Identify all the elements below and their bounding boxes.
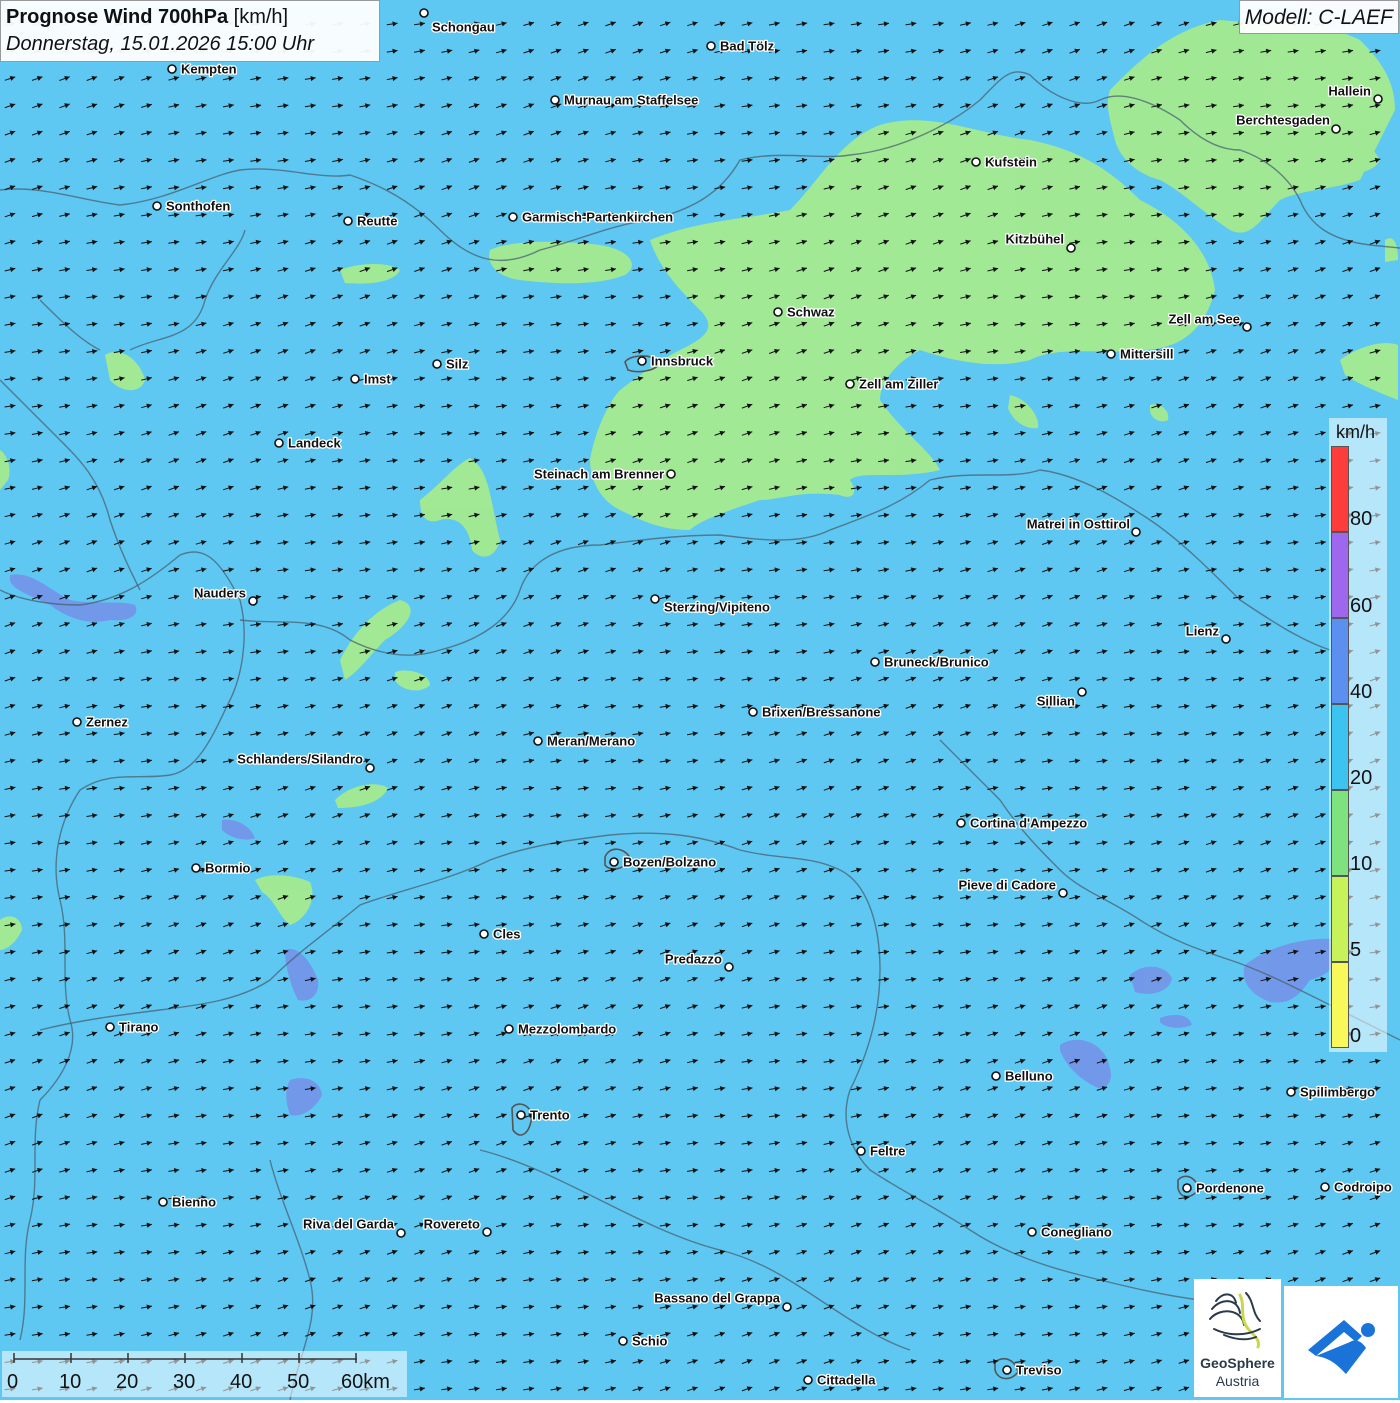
wind-map[interactable]: SchongauBad TölzKemptenMurnau am Staffel…	[0, 0, 1400, 1400]
low-wind-area-garmisch	[489, 241, 632, 284]
